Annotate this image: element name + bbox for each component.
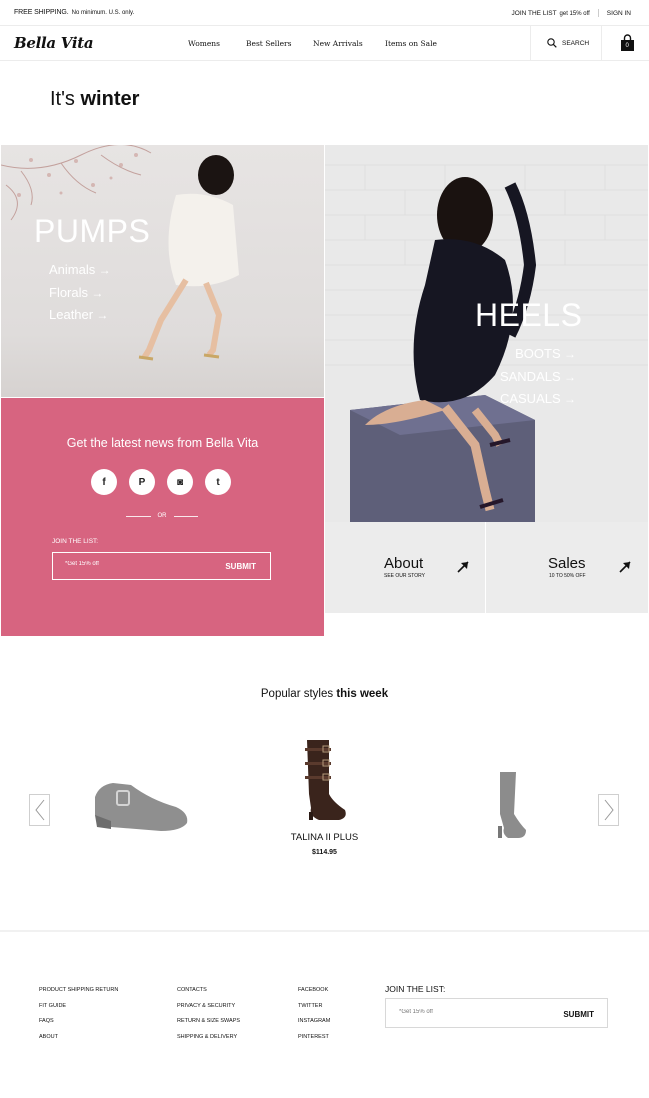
heels-category-links: BOOTS SANDALS CASUALS [492, 343, 576, 411]
search-button[interactable]: SEARCH [530, 26, 602, 60]
join-list-link[interactable]: JOIN THE LIST get 15% off [512, 10, 590, 17]
about-card[interactable]: About SEE OUR STORY [325, 522, 485, 613]
product-price: $114.95 [312, 849, 337, 856]
heels-link-boots[interactable]: BOOTS [492, 343, 576, 366]
sales-card[interactable]: Sales 10 TO 50% OFF [486, 522, 648, 613]
footer-link-shipping-delivery[interactable]: SHIPPING & DELIVERY [177, 1030, 240, 1046]
footer-submit-button[interactable]: SUBMIT [563, 1010, 594, 1019]
or-divider: OR [126, 513, 198, 519]
footer-link-product-shipping-return[interactable]: PRODUCT SHIPPING RETURN [39, 983, 118, 999]
social-links: f P ◙ t [91, 469, 231, 495]
nav-item-new-arrivals[interactable]: New Arrivals [313, 39, 385, 48]
product-image-loafer[interactable] [91, 775, 191, 835]
or-label: OR [157, 513, 167, 519]
nav-item-items-on-sale[interactable]: Items on Sale [385, 39, 455, 48]
title-lead: It's [50, 88, 75, 110]
footer-email-input[interactable] [399, 1009, 519, 1015]
page-title: It's winter [50, 88, 139, 111]
pinterest-icon[interactable]: P [129, 469, 155, 495]
divider [597, 9, 599, 17]
shipping-notice: FREE SHIPPING. No minimum. U.S. only. [14, 9, 134, 16]
footer-link-instagram[interactable]: INSTAGRAM [298, 1014, 330, 1030]
search-label: SEARCH [562, 39, 590, 47]
carousel-prev-button[interactable] [29, 794, 50, 826]
about-title: About [384, 555, 424, 572]
footer-column-social: FACEBOOK TWITTER INSTAGRAM PINTEREST [298, 983, 330, 1045]
footer-link-privacy-security[interactable]: PRIVACY & SECURITY [177, 999, 240, 1015]
newsletter-email-input[interactable] [65, 561, 185, 567]
search-icon [547, 38, 557, 48]
chevron-left-icon [34, 799, 44, 821]
join-list-label: JOIN THE LIST [511, 9, 557, 17]
shopping-bag-button[interactable]: 0 [620, 34, 635, 57]
twitter-icon[interactable]: t [205, 469, 231, 495]
newsletter-panel: Get the latest news from Bella Vita f P … [1, 398, 324, 636]
main-navigation: Bella Vita Womens Best Sellers New Arriv… [0, 26, 649, 61]
bag-count: 0 [625, 43, 629, 49]
about-subtitle: SEE OUR STORY [384, 573, 425, 579]
newsletter-submit-button[interactable]: SUBMIT [225, 562, 256, 571]
account-links: JOIN THE LIST get 15% off SIGN IN [512, 9, 631, 17]
footer-column-policies: CONTACTS PRIVACY & SECURITY RETURN & SIZ… [177, 983, 240, 1045]
join-list-offer: get 15% off [559, 10, 590, 17]
arrow-up-right-icon [619, 561, 631, 573]
heels-link-sandals[interactable]: SANDALS [492, 366, 576, 389]
footer-link-about[interactable]: ABOUT [39, 1030, 118, 1046]
chevron-right-icon [604, 799, 614, 821]
product-image-gray-boot[interactable] [492, 770, 528, 840]
heels-promo-tile[interactable]: HEELS BOOTS SANDALS CASUALS [325, 145, 648, 522]
product-name[interactable]: TALINA II PLUS [0, 832, 649, 843]
footer-link-pinterest[interactable]: PINTEREST [298, 1030, 330, 1046]
footer-column-help: PRODUCT SHIPPING RETURN FIT GUIDE FAQS A… [39, 983, 118, 1045]
nav-item-womens[interactable]: Womens [188, 39, 246, 48]
arrow-up-right-icon [457, 561, 469, 573]
pumps-title: PUMPS [34, 213, 151, 249]
footer-join-label: JOIN THE LIST: [385, 984, 446, 994]
sales-title: Sales [548, 555, 586, 572]
footer-link-facebook[interactable]: FACEBOOK [298, 983, 330, 999]
footer-link-return-size-swaps[interactable]: RETURN & SIZE SWAPS [177, 1014, 240, 1030]
pumps-link-florals[interactable]: Florals [49, 282, 111, 305]
sales-subtitle: 10 TO 50% OFF [549, 573, 586, 579]
newsletter-headline: Get the latest news from Bella Vita [66, 436, 259, 450]
popular-lead: Popular styles [260, 688, 334, 700]
carousel-next-button[interactable] [598, 794, 619, 826]
sign-in-link[interactable]: SIGN IN [607, 10, 631, 17]
pumps-link-animals[interactable]: Animals [49, 259, 111, 282]
footer-link-twitter[interactable]: TWITTER [298, 999, 330, 1015]
popular-strong: this week [336, 688, 389, 700]
product-image-talina-boot[interactable] [299, 738, 349, 822]
popular-heading: Popular styles this week [0, 688, 649, 700]
logo[interactable]: Bella Vita [14, 34, 94, 52]
footer-newsletter-form: SUBMIT [385, 998, 608, 1028]
newsletter-form: SUBMIT [52, 552, 271, 580]
pumps-link-leather[interactable]: Leather [49, 304, 111, 327]
top-announcement-bar: FREE SHIPPING. No minimum. U.S. only. JOI… [0, 0, 649, 26]
instagram-icon[interactable]: ◙ [167, 469, 193, 495]
footer-divider [0, 930, 649, 932]
join-list-label: JOIN THE LIST: [52, 538, 99, 545]
pumps-category-links: Animals Florals Leather [49, 259, 111, 327]
nav-menu: Womens Best Sellers New Arrivals Items o… [188, 39, 455, 48]
facebook-icon[interactable]: f [91, 469, 117, 495]
shipping-note: No minimum. U.S. only. [71, 10, 135, 16]
title-strong: winter [80, 88, 140, 110]
footer-link-contacts[interactable]: CONTACTS [177, 983, 240, 999]
footer-link-fit-guide[interactable]: FIT GUIDE [39, 999, 118, 1015]
footer-link-faqs[interactable]: FAQS [39, 1014, 118, 1030]
shipping-title: FREE SHIPPING. [14, 9, 69, 16]
heels-link-casuals[interactable]: CASUALS [492, 388, 576, 411]
pumps-promo-tile[interactable]: PUMPS Animals Florals Leather [1, 145, 324, 397]
heels-title: HEELS [475, 297, 583, 333]
nav-item-best-sellers[interactable]: Best Sellers [246, 39, 313, 48]
